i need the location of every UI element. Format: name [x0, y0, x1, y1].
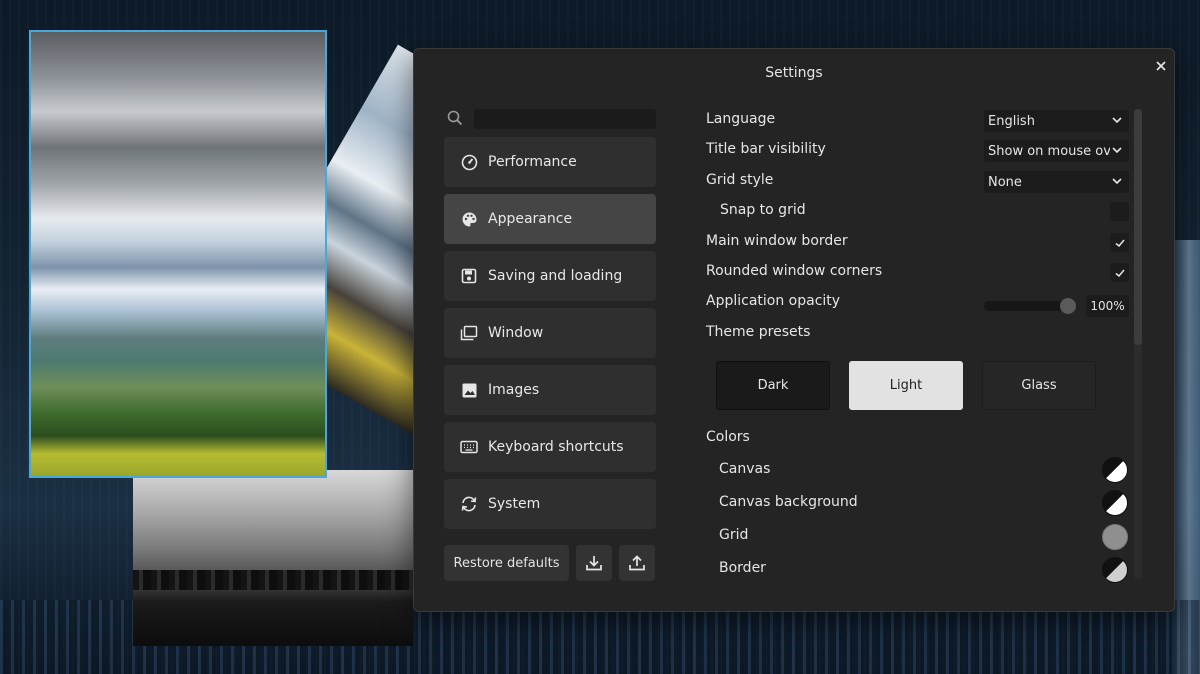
download-icon [586, 556, 602, 571]
opacity-value[interactable]: 100% [1086, 295, 1129, 317]
snap-to-grid-label: Snap to grid [720, 202, 806, 218]
upload-icon [629, 555, 645, 571]
preset-light-button[interactable]: Light [849, 361, 963, 410]
nav-item-label: Appearance [488, 211, 573, 227]
nav-item-keyboard-shortcuts[interactable]: Keyboard shortcuts [444, 422, 656, 472]
canvas-image-grayscale[interactable] [133, 470, 413, 646]
rounded-corners-checkbox[interactable] [1110, 263, 1129, 282]
preset-glass-button[interactable]: Glass [982, 361, 1096, 410]
scrollbar-thumb[interactable] [1134, 109, 1142, 345]
search-icon [447, 110, 463, 126]
preset-dark-button[interactable]: Dark [716, 361, 830, 410]
rounded-corners-label: Rounded window corners [706, 263, 883, 279]
nav-item-label: Images [488, 382, 540, 398]
window-icon [460, 324, 478, 342]
close-icon [1156, 61, 1166, 71]
restore-defaults-button[interactable]: Restore defaults [444, 545, 569, 581]
nav-item-label: Performance [488, 154, 577, 170]
color-canvas-swatch[interactable] [1102, 457, 1128, 483]
nav-item-images[interactable]: Images [444, 365, 656, 415]
nav-item-appearance[interactable]: Appearance [444, 194, 656, 244]
snap-to-grid-checkbox[interactable] [1110, 202, 1129, 221]
title-bar-visibility-dropdown[interactable]: Show on mouse over [984, 140, 1129, 162]
colors-heading: Colors [706, 429, 750, 445]
appearance-settings-panel: Language English Title bar visibility Sh… [704, 107, 1134, 587]
chevron-down-icon [1112, 117, 1122, 124]
nav-item-performance[interactable]: Performance [444, 137, 656, 187]
main-window-border-label: Main window border [706, 233, 848, 249]
import-settings-button[interactable] [576, 545, 612, 581]
save-icon [460, 267, 478, 285]
canvas-image-selected[interactable] [29, 30, 327, 478]
grid-style-label: Grid style [706, 172, 774, 188]
chevron-down-icon [1112, 178, 1122, 185]
nav-item-label: System [488, 496, 541, 512]
color-grid-swatch[interactable] [1102, 524, 1128, 550]
color-border-swatch[interactable] [1102, 557, 1128, 583]
color-canvas-background-label: Canvas background [719, 494, 858, 510]
dialog-title: Settings [765, 65, 823, 81]
chevron-down-icon [1112, 147, 1122, 154]
speedometer-icon [460, 153, 478, 171]
title-bar-visibility-label: Title bar visibility [706, 141, 826, 157]
main-window-border-checkbox[interactable] [1110, 233, 1129, 252]
slider-thumb[interactable] [1060, 298, 1076, 314]
color-canvas-label: Canvas [719, 461, 771, 477]
search-row [444, 107, 656, 129]
language-value: English [988, 113, 1035, 129]
nav-item-label: Keyboard shortcuts [488, 439, 624, 455]
nav-item-label: Window [488, 325, 544, 341]
nav-item-label: Saving and loading [488, 268, 623, 284]
checkmark-icon [1115, 239, 1125, 247]
color-canvas-background-swatch[interactable] [1102, 490, 1128, 516]
title-bar-visibility-value: Show on mouse over [988, 143, 1110, 159]
grid-style-value: None [988, 174, 1022, 190]
nav-item-saving-loading[interactable]: Saving and loading [444, 251, 656, 301]
palette-icon [460, 210, 478, 228]
close-button[interactable] [1152, 57, 1170, 75]
image-icon [460, 381, 478, 399]
grid-style-dropdown[interactable]: None [984, 171, 1129, 193]
keyboard-icon [460, 438, 478, 456]
search-input[interactable] [474, 109, 656, 129]
opacity-slider[interactable] [984, 298, 1076, 314]
settings-scrollbar[interactable] [1134, 109, 1142, 579]
checkmark-icon [1115, 269, 1125, 277]
nav-item-window[interactable]: Window [444, 308, 656, 358]
color-grid-label: Grid [719, 527, 749, 543]
settings-dialog: Settings Performance Appearance Saving a… [413, 48, 1175, 612]
export-settings-button[interactable] [619, 545, 655, 581]
color-border-label: Border [719, 560, 766, 576]
theme-presets-label: Theme presets [706, 324, 811, 340]
language-dropdown[interactable]: English [984, 110, 1129, 132]
application-opacity-label: Application opacity [706, 293, 841, 309]
language-label: Language [706, 111, 776, 127]
sync-icon [460, 495, 478, 513]
nav-item-system[interactable]: System [444, 479, 656, 529]
